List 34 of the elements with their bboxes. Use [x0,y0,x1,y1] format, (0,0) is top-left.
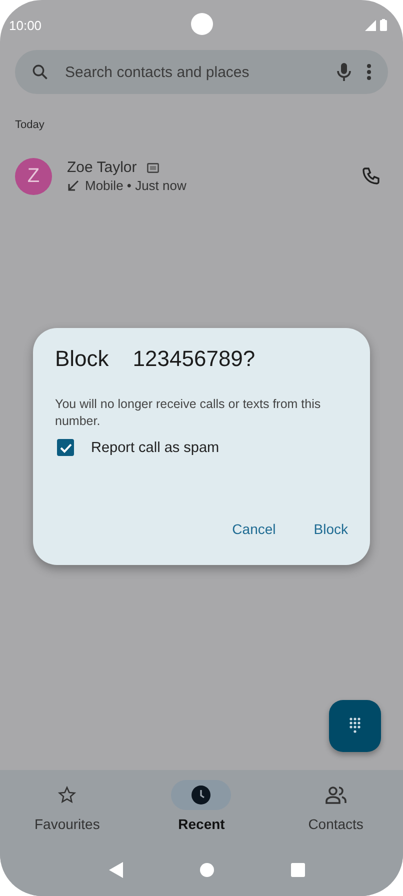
signal-icon [365,20,376,31]
camera-cutout [191,13,213,35]
more-icon[interactable] [366,63,372,81]
section-header: Today [15,119,46,131]
home-icon[interactable] [200,863,214,877]
dialog-message: You will no longer receive calls or texts from this number. [55,396,322,430]
checkbox-label: Report call as spam [91,440,220,456]
spam-checkbox[interactable] [57,439,74,456]
call-detail: Mobile • Just now [85,178,186,193]
hd-icon [146,162,159,172]
microphone-icon[interactable] [336,62,352,82]
nav-tab[interactable]: Recent [134,770,269,850]
incoming-call-icon [67,180,79,192]
contacts-icon [324,785,347,805]
search-icon [31,63,49,81]
search-field[interactable]: Search contacts and places [63,62,322,82]
dialpad-icon [349,717,361,735]
star-icon [57,785,78,805]
battery-icon [380,19,387,31]
clock-icon [191,785,212,805]
dialog-title: Block [55,346,109,372]
dialpad-button[interactable] [329,700,381,752]
overview-icon[interactable] [290,863,304,877]
dialog-button[interactable]: Cancel [220,513,288,545]
contact-name: Zoe Taylor [67,159,137,176]
contact-avatar: Z [15,158,52,194]
phone-icon[interactable] [361,166,381,186]
nav-tab[interactable]: Favourites [0,770,134,850]
blocked-number: 123456789? [132,346,256,372]
status-time: 10:00 [9,18,42,32]
back-icon[interactable] [108,862,122,878]
dialog-button[interactable]: Block [302,513,360,545]
nav-tab[interactable]: Contacts [268,770,403,850]
search-bar[interactable]: Search contacts and places [15,50,388,94]
